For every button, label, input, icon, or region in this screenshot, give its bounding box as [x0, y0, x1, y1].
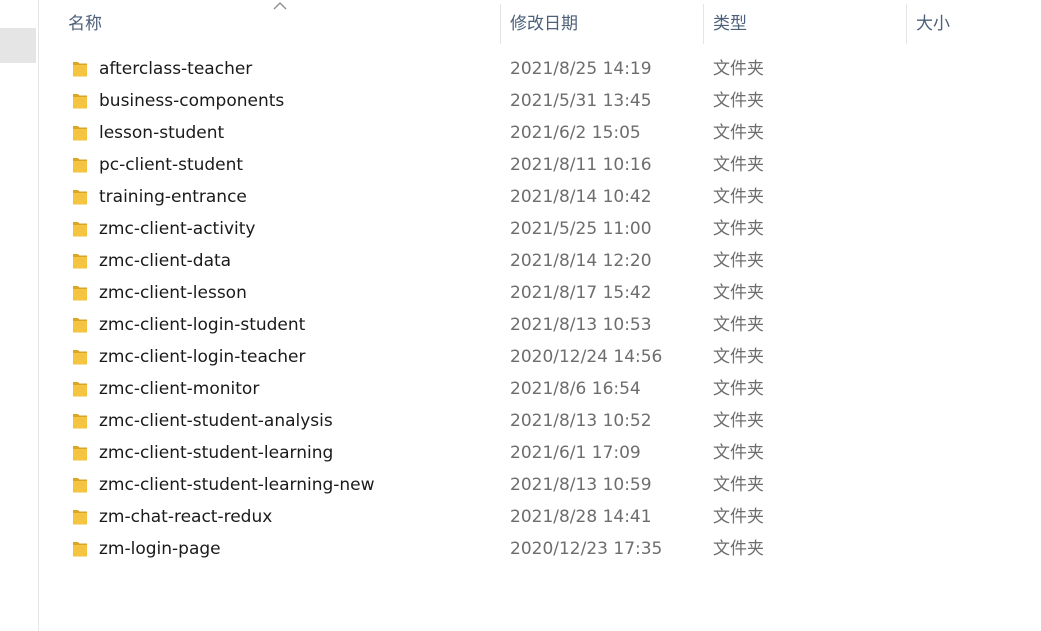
file-row[interactable]: zm-chat-react-redux 2021/8/28 14:41 文件夹	[40, 501, 1041, 533]
column-header-size-label: 大小	[916, 14, 950, 34]
file-row[interactable]: lesson-student 2021/6/2 15:05 文件夹	[40, 117, 1041, 149]
file-type: 文件夹	[713, 59, 764, 79]
column-header-type-label: 类型	[713, 14, 747, 34]
column-header-size[interactable]: 大小	[906, 0, 1041, 46]
folder-icon	[73, 414, 87, 429]
file-modified-date: 2020/12/24 14:56	[510, 347, 663, 367]
folder-icon	[73, 94, 87, 109]
file-type: 文件夹	[713, 219, 764, 239]
column-header-modified-label: 修改日期	[510, 14, 578, 34]
file-modified-date: 2021/8/6 16:54	[510, 379, 641, 399]
file-row[interactable]: pc-client-student 2021/8/11 10:16 文件夹	[40, 149, 1041, 181]
folder-icon	[73, 286, 87, 301]
file-name: training-entrance	[99, 187, 247, 207]
file-name: afterclass-teacher	[99, 59, 253, 79]
column-header-modified[interactable]: 修改日期	[500, 0, 703, 46]
file-modified-date: 2021/8/13 10:53	[510, 315, 652, 335]
file-type: 文件夹	[713, 411, 764, 431]
file-row[interactable]: afterclass-teacher 2021/8/25 14:19 文件夹	[40, 53, 1041, 85]
file-row[interactable]: zmc-client-monitor 2021/8/6 16:54 文件夹	[40, 373, 1041, 405]
file-modified-date: 2021/8/28 14:41	[510, 507, 652, 527]
folder-icon	[73, 222, 87, 237]
file-name: zmc-client-login-teacher	[99, 347, 306, 367]
file-type: 文件夹	[713, 475, 764, 495]
folder-icon	[73, 478, 87, 493]
folder-icon	[73, 382, 87, 397]
folder-icon	[73, 542, 87, 557]
file-type: 文件夹	[713, 539, 764, 559]
file-modified-date: 2021/5/31 13:45	[510, 91, 652, 111]
file-row[interactable]: zmc-client-student-learning 2021/6/1 17:…	[40, 437, 1041, 469]
file-modified-date: 2021/8/13 10:59	[510, 475, 652, 495]
file-row[interactable]: zmc-client-activity 2021/5/25 11:00 文件夹	[40, 213, 1041, 245]
folder-icon	[73, 254, 87, 269]
file-type: 文件夹	[713, 91, 764, 111]
file-modified-date: 2021/8/25 14:19	[510, 59, 652, 79]
file-modified-date: 2021/6/1 17:09	[510, 443, 641, 463]
file-row[interactable]: zmc-client-lesson 2021/8/17 15:42 文件夹	[40, 277, 1041, 309]
chevron-up-icon	[273, 2, 287, 10]
folder-icon	[73, 350, 87, 365]
file-type: 文件夹	[713, 123, 764, 143]
file-modified-date: 2021/8/11 10:16	[510, 155, 652, 175]
file-name: zm-chat-react-redux	[99, 507, 273, 527]
folder-icon	[73, 190, 87, 205]
folder-icon	[73, 510, 87, 525]
file-modified-date: 2021/8/13 10:52	[510, 411, 652, 431]
file-type: 文件夹	[713, 155, 764, 175]
file-type: 文件夹	[713, 251, 764, 271]
file-name: business-components	[99, 91, 285, 111]
file-row[interactable]: training-entrance 2021/8/14 10:42 文件夹	[40, 181, 1041, 213]
file-type: 文件夹	[713, 283, 764, 303]
file-modified-date: 2021/6/2 15:05	[510, 123, 641, 143]
file-name: zmc-client-data	[99, 251, 232, 271]
file-name: zmc-client-activity	[99, 219, 256, 239]
file-name: zmc-client-login-student	[99, 315, 306, 335]
file-name: zmc-client-student-analysis	[99, 411, 333, 431]
file-row[interactable]: zmc-client-student-learning-new 2021/8/1…	[40, 469, 1041, 501]
file-name: zmc-client-lesson	[99, 283, 247, 303]
column-header-type[interactable]: 类型	[703, 0, 906, 46]
file-type: 文件夹	[713, 315, 764, 335]
column-header-bar: 名称 修改日期 类型 大小	[40, 0, 1041, 46]
file-modified-date: 2021/8/14 10:42	[510, 187, 652, 207]
file-modified-date: 2020/12/23 17:35	[510, 539, 663, 559]
file-type: 文件夹	[713, 443, 764, 463]
folder-icon	[73, 126, 87, 141]
file-name: pc-client-student	[99, 155, 244, 175]
file-name: zmc-client-student-learning	[99, 443, 334, 463]
file-name: zmc-client-monitor	[99, 379, 260, 399]
file-explorer-window: 名称 修改日期 类型 大小 afterclass-teacher 2021/8/…	[0, 0, 1041, 631]
file-list: afterclass-teacher 2021/8/25 14:19 文件夹 b…	[40, 53, 1041, 565]
folder-icon	[73, 158, 87, 173]
file-row[interactable]: business-components 2021/5/31 13:45 文件夹	[40, 85, 1041, 117]
navigation-pane	[0, 0, 39, 631]
file-name: zm-login-page	[99, 539, 221, 559]
file-type: 文件夹	[713, 507, 764, 527]
folder-icon	[73, 318, 87, 333]
column-header-name-label: 名称	[68, 14, 102, 34]
file-modified-date: 2021/8/14 12:20	[510, 251, 652, 271]
file-type: 文件夹	[713, 187, 764, 207]
file-row[interactable]: zmc-client-login-teacher 2020/12/24 14:5…	[40, 341, 1041, 373]
file-row[interactable]: zmc-client-login-student 2021/8/13 10:53…	[40, 309, 1041, 341]
file-row[interactable]: zmc-client-data 2021/8/14 12:20 文件夹	[40, 245, 1041, 277]
file-modified-date: 2021/5/25 11:00	[510, 219, 652, 239]
file-modified-date: 2021/8/17 15:42	[510, 283, 652, 303]
file-type: 文件夹	[713, 379, 764, 399]
file-type: 文件夹	[713, 347, 764, 367]
navigation-pane-selected-item[interactable]	[0, 28, 36, 63]
file-row[interactable]: zm-login-page 2020/12/23 17:35 文件夹	[40, 533, 1041, 565]
file-name: zmc-client-student-learning-new	[99, 475, 375, 495]
file-name: lesson-student	[99, 123, 225, 143]
folder-icon	[73, 446, 87, 461]
file-row[interactable]: zmc-client-student-analysis 2021/8/13 10…	[40, 405, 1041, 437]
folder-icon	[73, 62, 87, 77]
